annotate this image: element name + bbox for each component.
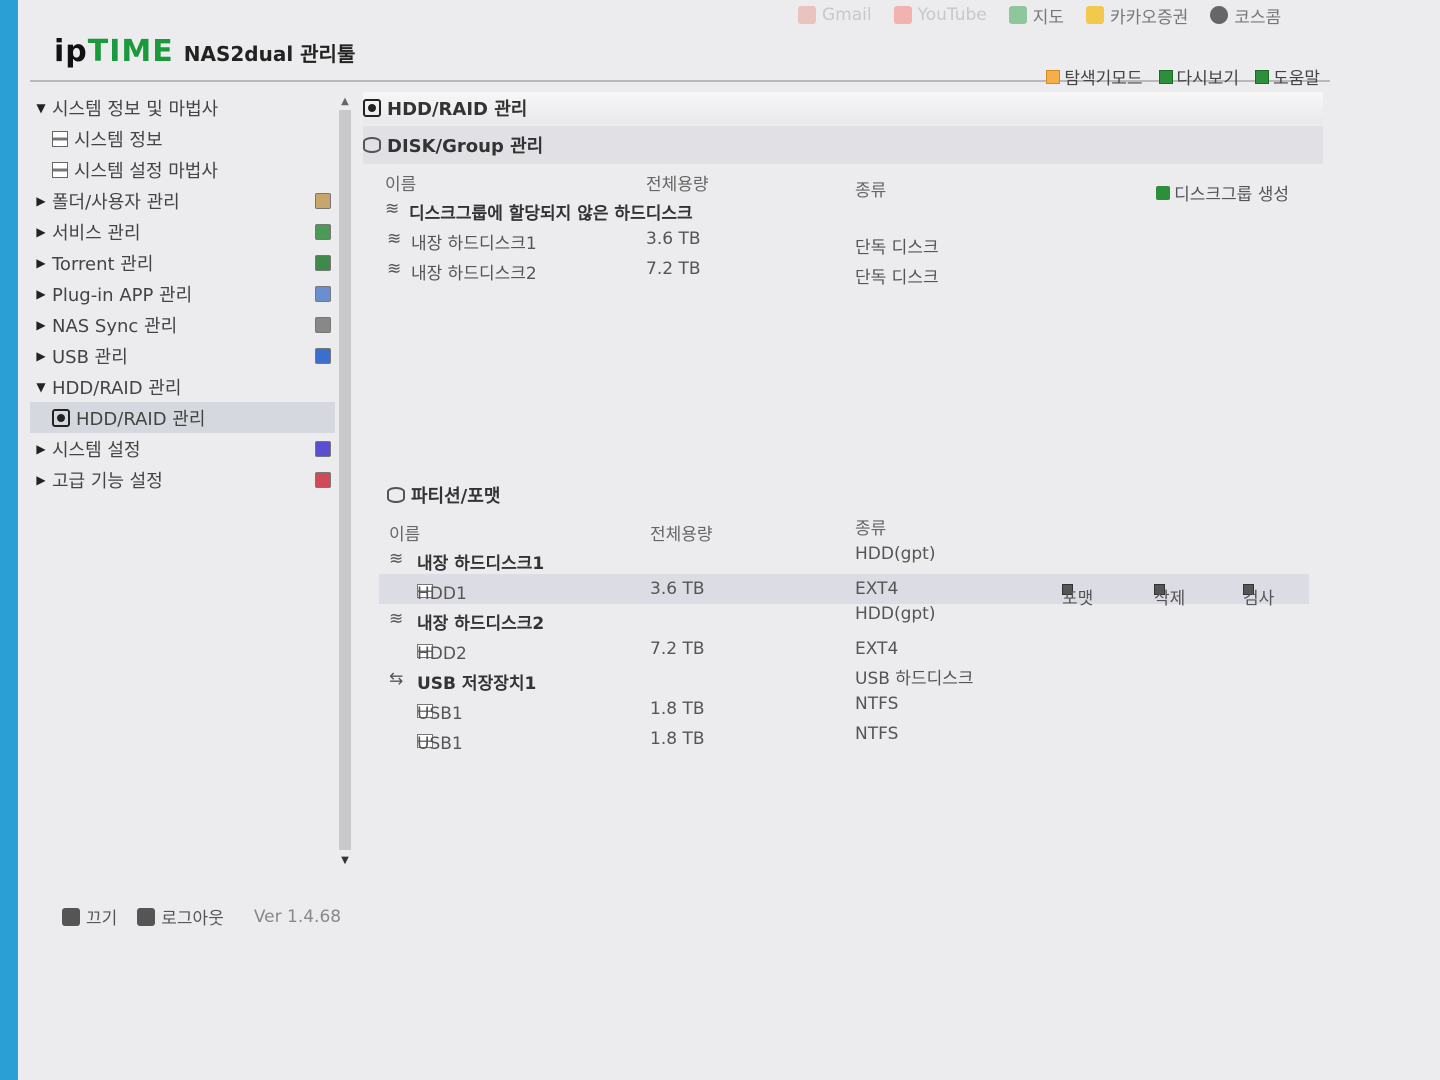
sidebar-item-hdd-raid-manage[interactable]: HDD/RAID 관리 bbox=[30, 402, 335, 433]
partition-row-selected[interactable]: HDD1 3.6 TB EXT4 포맷 삭제 검사 bbox=[379, 574, 1309, 609]
scroll-up-icon[interactable]: ▲ bbox=[338, 96, 352, 107]
bookmark-gmail[interactable]: Gmail bbox=[798, 5, 872, 25]
caret-down-icon: ▼ bbox=[36, 379, 46, 394]
product-name: NAS2dual 관리툴 bbox=[183, 42, 356, 66]
bookmark-kakao-securities[interactable]: 카카오증권 bbox=[1086, 3, 1188, 28]
disk-stack-icon: ≋ bbox=[387, 259, 402, 279]
plug-icon bbox=[315, 286, 331, 302]
disk-stack-icon: ≋ bbox=[389, 549, 404, 569]
explorer-icon bbox=[1046, 69, 1061, 84]
bookmark-youtube[interactable]: YouTube bbox=[893, 5, 987, 25]
sidebar-item-system-info[interactable]: 시스템 정보 bbox=[30, 123, 335, 154]
disk-stack-icon bbox=[363, 137, 381, 153]
disk-group-header: 이름 전체용량 종류 bbox=[385, 175, 887, 201]
settings-icon bbox=[315, 441, 331, 457]
folder-user-icon bbox=[315, 193, 331, 209]
iptime-logo: ipTIME NAS2dual 관리툴 bbox=[54, 34, 356, 69]
caret-right-icon: ▶ bbox=[36, 317, 46, 332]
partition-header: 이름 전체용량 종류 bbox=[389, 519, 887, 545]
explorer-mode-link[interactable]: 탐색기모드 bbox=[1046, 64, 1143, 89]
main-panel: HDD/RAID 관리 DISK/Group 관리 디스크그룹 생성 이름 전체… bbox=[363, 92, 1323, 812]
partition-icon bbox=[387, 487, 405, 503]
bookmark-koscom[interactable]: 코스콤 bbox=[1210, 3, 1281, 28]
youtube-icon bbox=[893, 6, 912, 24]
folder-icon bbox=[1086, 6, 1105, 24]
bookmarks-bar: Gmail YouTube 지도 카카오증권 코스콤 bbox=[798, 0, 1440, 30]
caret-right-icon: ▶ bbox=[36, 193, 46, 208]
help-link[interactable]: 도움말 bbox=[1255, 64, 1320, 89]
disk-group-empty-space bbox=[363, 284, 1323, 474]
caret-down-icon: ▼ bbox=[36, 100, 46, 115]
bookmark-map[interactable]: 지도 bbox=[1008, 3, 1064, 28]
disk-stack-icon: ≋ bbox=[385, 199, 400, 219]
partition-disk-row[interactable]: ≋ 내장 하드디스크1 HDD(gpt) bbox=[363, 544, 1323, 574]
scroll-down-icon[interactable]: ▼ bbox=[338, 855, 352, 866]
sidebar-item-system-info-wizard[interactable]: ▼ 시스템 정보 및 마법사 bbox=[30, 92, 335, 123]
hdd-icon bbox=[52, 408, 70, 427]
power-icon bbox=[62, 907, 80, 926]
sidebar-item-nas-sync[interactable]: ▶ NAS Sync 관리 bbox=[30, 309, 335, 340]
scroll-track[interactable] bbox=[339, 110, 351, 850]
header-links: 탐색기모드 다시보기 도움말 bbox=[1046, 64, 1320, 89]
sidebar-footer: 끄기 로그아웃 Ver 1.4.68 bbox=[62, 904, 341, 929]
app-window: Gmail YouTube 지도 카카오증권 코스콤 ipTIME NAS2du… bbox=[18, 0, 1440, 1080]
caret-right-icon: ▶ bbox=[36, 348, 46, 363]
sidebar-item-system-settings[interactable]: ▶ 시스템 설정 bbox=[30, 433, 335, 464]
partition-disk-row[interactable]: ≋ 내장 하드디스크2 HDD(gpt) bbox=[363, 604, 1323, 634]
sidebar-item-usb[interactable]: ▶ USB 관리 bbox=[30, 340, 335, 371]
chart-icon bbox=[52, 130, 68, 147]
disk-row[interactable]: ≋ 내장 하드디스크1 3.6 TB 단독 디스크 bbox=[363, 224, 1323, 258]
globe-icon bbox=[1210, 6, 1229, 24]
caret-right-icon: ▶ bbox=[36, 286, 46, 301]
partition-row[interactable]: USB1 1.8 TB NTFS bbox=[363, 694, 1323, 724]
sidebar-item-advanced[interactable]: ▶ 고급 기능 설정 bbox=[30, 464, 335, 495]
partition-row[interactable]: USB1 1.8 TB NTFS bbox=[363, 724, 1323, 754]
caret-right-icon: ▶ bbox=[36, 441, 46, 456]
logout-button[interactable]: 로그아웃 bbox=[137, 904, 224, 929]
sidebar-item-torrent[interactable]: ▶ Torrent 관리 bbox=[30, 247, 335, 278]
partition-row[interactable]: HDD2 7.2 TB EXT4 bbox=[363, 634, 1323, 664]
advanced-icon bbox=[315, 472, 331, 488]
chart-icon bbox=[52, 161, 68, 178]
usb-icon bbox=[315, 348, 331, 364]
sidebar-item-setup-wizard[interactable]: 시스템 설정 마법사 bbox=[30, 154, 335, 185]
sync-icon bbox=[315, 317, 331, 333]
unassigned-disks-row[interactable]: ≋ 디스크그룹에 할당되지 않은 하드디스크 bbox=[363, 194, 1323, 224]
partition-disk-row[interactable]: ⇆ USB 저장장치1 USB 하드디스크 bbox=[363, 664, 1323, 694]
torrent-icon bbox=[315, 255, 331, 271]
version-label: Ver 1.4.68 bbox=[253, 906, 342, 927]
page-title: HDD/RAID 관리 bbox=[363, 92, 1323, 124]
usb-icon: ⇆ bbox=[389, 669, 404, 689]
disk-stack-icon: ≋ bbox=[389, 609, 404, 629]
gmail-icon bbox=[798, 6, 816, 24]
sidebar-item-folder-user[interactable]: ▶ 폴더/사용자 관리 bbox=[30, 185, 335, 216]
sidebar-item-service[interactable]: ▶ 서비스 관리 bbox=[30, 216, 335, 247]
caret-right-icon: ▶ bbox=[36, 224, 46, 239]
help-icon bbox=[1255, 69, 1270, 84]
caret-right-icon: ▶ bbox=[36, 255, 46, 270]
logout-icon bbox=[137, 907, 156, 926]
sidebar-scrollbar[interactable]: ▲ ▼ bbox=[338, 96, 352, 866]
partition-section-title: 파티션/포맷 bbox=[363, 476, 1323, 514]
sidebar-item-hdd-raid[interactable]: ▼ HDD/RAID 관리 bbox=[30, 371, 335, 402]
refresh-link[interactable]: 다시보기 bbox=[1158, 64, 1239, 89]
sidebar-item-plugin-app[interactable]: ▶ Plug-in APP 관리 bbox=[30, 278, 335, 309]
caret-right-icon: ▶ bbox=[36, 472, 46, 487]
disk-row[interactable]: ≋ 내장 하드디스크2 7.2 TB 단독 디스크 bbox=[363, 254, 1323, 288]
refresh-icon bbox=[1158, 69, 1173, 84]
disk-stack-icon: ≋ bbox=[387, 229, 402, 249]
map-icon bbox=[1008, 6, 1027, 24]
sidebar: ▼ 시스템 정보 및 마법사 시스템 정보 시스템 설정 마법사 ▶ 폴더/사용자 … bbox=[30, 92, 335, 872]
service-icon bbox=[315, 224, 331, 240]
power-off-button[interactable]: 끄기 bbox=[62, 904, 117, 929]
app-header: ipTIME NAS2dual 관리툴 탐색기모드 다시보기 도움말 bbox=[30, 30, 1330, 89]
disk-group-section-title: DISK/Group 관리 bbox=[363, 126, 1323, 164]
hdd-icon bbox=[363, 99, 381, 117]
